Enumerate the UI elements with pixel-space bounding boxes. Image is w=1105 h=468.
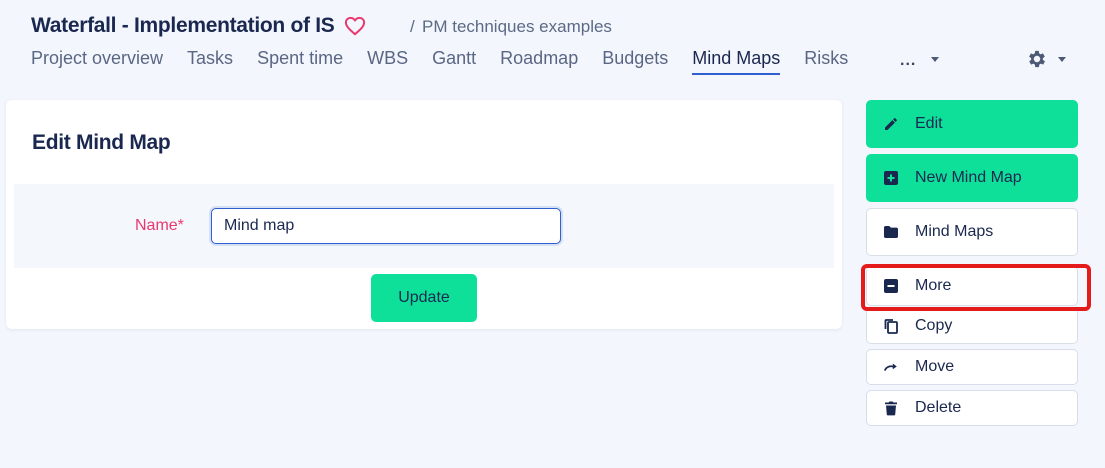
more-tabs-button[interactable]: ... [900, 52, 916, 70]
new-mind-map-button-label: New Mind Map [915, 169, 1022, 186]
pencil-icon [883, 116, 899, 132]
plus-square-icon [883, 170, 899, 186]
tab-spent-time[interactable]: Spent time [257, 47, 343, 75]
copy-button-label: Copy [915, 317, 953, 334]
tab-project-overview[interactable]: Project overview [31, 47, 163, 75]
tab-tasks[interactable]: Tasks [187, 47, 233, 75]
delete-button-label: Delete [915, 399, 962, 416]
folder-icon [883, 224, 899, 240]
breadcrumb-parent[interactable]: PM techniques examples [422, 17, 612, 37]
edit-mind-map-card: Edit Mind Map Name* Update [6, 100, 842, 329]
name-input[interactable] [211, 208, 561, 244]
more-button-label: More [915, 277, 952, 294]
edit-button[interactable]: Edit [866, 100, 1078, 148]
project-title[interactable]: Waterfall - Implementation of IS [31, 14, 335, 38]
move-button-label: Move [915, 358, 955, 375]
update-button[interactable]: Update [371, 274, 477, 322]
gear-icon[interactable] [1026, 48, 1048, 70]
more-button[interactable]: More [866, 266, 1078, 306]
name-form-row: Name* [14, 184, 834, 268]
mind-maps-button-label: Mind Maps [915, 223, 994, 240]
breadcrumb-separator: / [410, 17, 415, 36]
chevron-down-icon[interactable] [931, 57, 939, 62]
page-title: Edit Mind Map [32, 131, 171, 154]
settings-chevron-down-icon[interactable] [1058, 57, 1066, 62]
heart-icon[interactable] [344, 16, 366, 36]
mind-maps-button[interactable]: Mind Maps [866, 208, 1078, 256]
tab-wbs[interactable]: WBS [367, 47, 408, 75]
copy-icon [883, 318, 899, 334]
name-label: Name* [135, 217, 184, 234]
tab-gantt[interactable]: Gantt [432, 47, 476, 75]
tab-mind-maps[interactable]: Mind Maps [692, 47, 781, 75]
project-tabs: Project overview Tasks Spent time WBS Ga… [31, 47, 872, 77]
new-mind-map-button[interactable]: New Mind Map [866, 154, 1078, 202]
trash-icon [883, 400, 899, 416]
tab-roadmap[interactable]: Roadmap [500, 47, 578, 75]
edit-button-label: Edit [915, 115, 943, 132]
tab-budgets[interactable]: Budgets [602, 47, 668, 75]
title-row: Waterfall - Implementation of IS [31, 12, 366, 40]
redo-arrow-icon [883, 359, 899, 375]
minus-square-icon [883, 278, 899, 294]
move-button[interactable]: Move [866, 349, 1078, 385]
tab-risks[interactable]: Risks [804, 47, 848, 75]
project-header: Waterfall - Implementation of IS / PM te… [0, 0, 1105, 90]
delete-button[interactable]: Delete [866, 390, 1078, 426]
copy-button[interactable]: Copy [866, 308, 1078, 344]
